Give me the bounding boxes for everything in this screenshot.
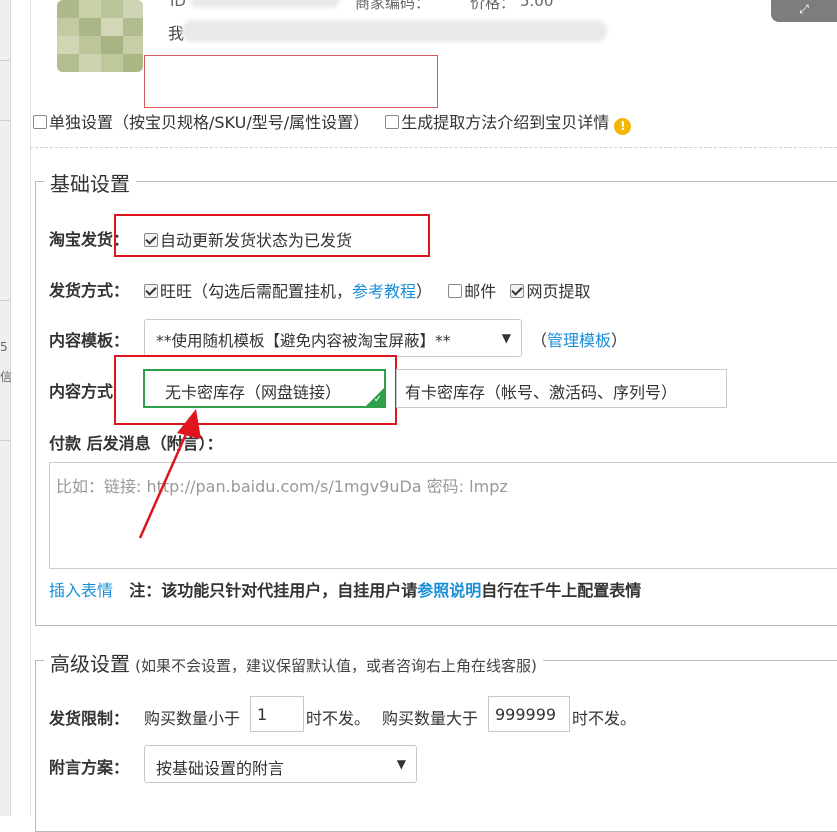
advanced-settings-legend: 高级设置 (如果不会设置，建议保留默认值，或者咨询右上角在线客服) xyxy=(44,648,543,677)
note-text-1: 注：该功能只针对代挂用户，自挂用户请 xyxy=(129,581,418,600)
web-extract-label: 网页提取 xyxy=(526,282,591,301)
min-quantity-input[interactable]: 1 xyxy=(250,696,304,732)
with-card-option[interactable]: 有卡密库存（帐号、激活码、序列号） xyxy=(396,369,727,408)
options-row: 单独设置（按宝贝规格/SKU/型号/属性设置） 生成提取方法介绍到宝贝详情 ! xyxy=(33,109,632,135)
highlight-box-empty xyxy=(144,55,438,108)
manage-template-link[interactable]: 管理模板 xyxy=(547,331,611,350)
annotation-arrow xyxy=(138,409,201,539)
dropdown-arrow-icon: ▼ xyxy=(396,757,406,771)
buy-less-than-text: 购买数量小于 xyxy=(144,709,241,728)
cut-off-text-1: 5 xyxy=(0,340,8,354)
message-plan-label: 附言方案： xyxy=(49,758,130,777)
web-extract-checkbox[interactable] xyxy=(510,284,525,298)
auto-update-label: 自动更新发货状态为已发货 xyxy=(160,231,353,250)
check-icon: ✓ xyxy=(373,394,382,405)
wangwang-label: 旺旺（勾选后需配置挂机， xyxy=(160,282,353,301)
note-link[interactable]: 参照说明 xyxy=(417,581,481,600)
blurred-product-title xyxy=(182,20,607,42)
delivery-method-options: 旺旺（勾选后需配置挂机，参考教程） 邮件 网页提取 xyxy=(144,278,590,302)
max-quantity-input[interactable]: 999999 xyxy=(488,696,570,732)
price-label: 价格： xyxy=(470,0,516,12)
note-row: 插入表情 注：该功能只针对代挂用户，自挂用户请参照说明自行在千牛上配置表情 xyxy=(49,577,641,601)
wangwang-close-paren: ） xyxy=(416,282,433,301)
delivery-method-label: 发货方式： xyxy=(49,281,130,300)
basic-settings-legend: 基础设置 xyxy=(44,168,136,197)
auto-update-option[interactable]: 自动更新发货状态为已发货 xyxy=(144,227,352,251)
merchant-code-label: 商家编码： xyxy=(355,0,431,12)
price-value: 5.00 xyxy=(520,0,554,10)
email-checkbox[interactable] xyxy=(448,284,463,298)
left-panel-edge xyxy=(0,0,11,816)
message-plan-value: 按基础设置的附言 xyxy=(156,759,285,778)
not-ship-text-2: 时不发。 xyxy=(572,709,637,728)
template-select-value: **使用随机模板【避免内容被淘宝屏蔽】** xyxy=(156,332,451,350)
manage-template: （管理模板） xyxy=(531,327,627,351)
expand-icon[interactable]: ⤢ xyxy=(771,0,837,22)
content-left-border xyxy=(30,0,31,816)
arrow-shaft xyxy=(138,424,192,539)
blurred-product-id xyxy=(190,0,340,8)
content-template-label: 内容模板： xyxy=(49,331,130,350)
gen-intro-label: 生成提取方法介绍到宝贝详情 xyxy=(401,113,610,132)
limit-label: 发货限制： xyxy=(49,709,130,728)
cut-off-text-2: 信 xyxy=(0,370,13,384)
manage-template-close: ） xyxy=(611,331,628,350)
min-quantity-value: 1 xyxy=(257,705,268,724)
gen-intro-checkbox[interactable] xyxy=(385,115,400,129)
product-id-label: ID xyxy=(170,0,186,10)
dropdown-arrow-icon: ▼ xyxy=(501,331,511,345)
manage-template-open: （ xyxy=(531,331,548,350)
separate-setting-label: 单独设置（按宝贝规格/SKU/型号/属性设置） xyxy=(49,113,370,132)
section-divider xyxy=(30,147,837,148)
product-thumbnail[interactable] xyxy=(57,0,143,72)
arrow-head xyxy=(177,409,201,439)
message-placeholder: 比如：链接: http://pan.baidu.com/s/1mgv9uDa 密… xyxy=(56,477,508,496)
template-select[interactable]: **使用随机模板【避免内容被淘宝屏蔽】** ▼ xyxy=(144,319,522,357)
separate-setting-checkbox[interactable] xyxy=(33,115,47,129)
email-label: 邮件 xyxy=(464,282,497,301)
advanced-legend-title: 高级设置 xyxy=(50,652,130,676)
not-ship-text-1: 时不发。 xyxy=(306,709,371,728)
warning-icon[interactable]: ! xyxy=(614,118,632,135)
with-card-option-label: 有卡密库存（帐号、激活码、序列号） xyxy=(405,383,678,402)
message-plan-select[interactable]: 按基础设置的附言 ▼ xyxy=(144,745,417,783)
insert-emoji-link[interactable]: 插入表情 xyxy=(49,581,113,600)
auto-update-checkbox[interactable] xyxy=(144,233,158,247)
advanced-legend-hint: (如果不会设置，建议保留默认值，或者咨询右上角在线客服) xyxy=(135,657,537,675)
note-text-2: 自行在千牛上配置表情 xyxy=(481,581,642,600)
reference-tutorial-link[interactable]: 参考教程 xyxy=(352,282,416,301)
max-quantity-value: 999999 xyxy=(495,705,557,724)
wangwang-checkbox[interactable] xyxy=(144,284,158,298)
buy-more-than-text: 购买数量大于 xyxy=(382,709,479,728)
